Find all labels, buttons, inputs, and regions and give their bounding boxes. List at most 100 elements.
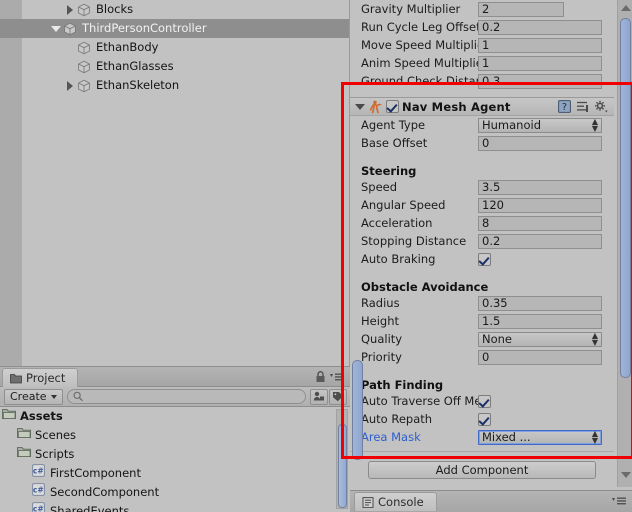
project-tree: Assets Scenes Scripts c# FirstComponent c# Sec… <box>0 407 350 512</box>
property-value-field[interactable]: 1.5 <box>478 313 602 329</box>
foldout-arrow-icon[interactable] <box>64 4 75 15</box>
inspector-scrollbar-thumb[interactable] <box>620 18 631 378</box>
project-item-label: Scripts <box>35 447 75 461</box>
property-row: Radius 0.35 <box>350 294 614 312</box>
tab-console[interactable]: Console <box>354 492 437 511</box>
hierarchy-item[interactable]: Blocks <box>0 0 349 19</box>
project-search-box[interactable] <box>66 389 306 404</box>
property-value-field[interactable]: 120 <box>478 197 602 213</box>
property-value-field[interactable]: 1 <box>478 37 602 53</box>
hierarchy-list: Blocks ThirdPersonController EthanBody Etha… <box>0 0 349 95</box>
hierarchy-item[interactable]: ThirdPersonController <box>0 19 349 38</box>
project-item-label: Assets <box>20 409 63 423</box>
project-item[interactable]: Assets <box>0 407 350 426</box>
project-item[interactable]: Scripts <box>0 445 350 464</box>
property-label: Radius <box>361 296 400 310</box>
filter-by-label-button[interactable] <box>329 388 347 405</box>
property-value-field[interactable]: 3.5 <box>478 179 602 195</box>
property-label: Auto Traverse Off Me <box>361 394 478 408</box>
tab-console-label: Console <box>378 495 424 509</box>
scroll-up-arrow-icon[interactable] <box>621 5 631 11</box>
inspector-panel: Gravity Multiplier 2 Run Cycle Leg Offset 0… <box>350 0 632 512</box>
inspector-left-scrollbar-thumb[interactable] <box>352 360 363 460</box>
hierarchy-item[interactable]: EthanSkeleton <box>0 76 349 95</box>
property-value-field[interactable]: 0.2 <box>478 19 602 35</box>
foldout-arrow-icon[interactable] <box>354 101 365 112</box>
project-scrollbar[interactable] <box>336 409 348 509</box>
project-item-label: Scenes <box>35 428 77 442</box>
create-button[interactable]: Create <box>4 388 63 405</box>
inspector-scrollbar[interactable] <box>617 0 632 487</box>
project-search-input[interactable] <box>83 390 305 403</box>
project-item[interactable]: c# SharedEvents <box>0 502 350 512</box>
console-menu-icon[interactable] <box>612 497 626 506</box>
property-checkbox[interactable] <box>478 394 491 408</box>
panel-menu-icon[interactable] <box>330 373 344 382</box>
property-value-field[interactable]: 0.2 <box>478 233 602 249</box>
hierarchy-item-label: EthanGlasses <box>96 59 174 73</box>
property-value-field[interactable]: 2 <box>478 1 564 17</box>
property-row: Base Offset 0 <box>350 134 614 152</box>
property-dropdown-value: Mixed ... <box>482 430 531 444</box>
property-value: 0.2 <box>482 20 501 34</box>
property-checkbox[interactable] <box>478 412 491 426</box>
tab-project[interactable]: Project <box>2 368 79 387</box>
add-component-button[interactable]: Add Component <box>368 461 596 479</box>
project-item[interactable]: c# SecondComponent <box>0 483 350 502</box>
filter-by-type-button[interactable] <box>310 388 328 405</box>
property-row: Area Mask Mixed ... ▲ ▼ <box>350 428 614 446</box>
project-item[interactable]: Scenes <box>0 426 350 445</box>
property-label: Move Speed Multiplie <box>361 38 478 52</box>
help-book-icon[interactable]: ? <box>558 100 571 113</box>
property-dropdown[interactable]: Humanoid ▲ ▼ <box>478 117 602 133</box>
property-value-field[interactable]: 0 <box>478 135 602 151</box>
foldout-arrow-icon[interactable] <box>50 23 61 34</box>
property-label: Speed <box>361 180 398 194</box>
property-row: Angular Speed 120 <box>350 196 614 214</box>
inspector-scroll-area: Gravity Multiplier 2 Run Cycle Leg Offset 0… <box>350 0 632 487</box>
hierarchy-item-label: EthanSkeleton <box>96 78 180 92</box>
property-value-field[interactable]: 8 <box>478 215 602 231</box>
property-dropdown-value: Humanoid <box>482 118 542 132</box>
updown-arrows-icon: ▲ ▼ <box>591 429 598 445</box>
hierarchy-item-label: Blocks <box>96 2 134 16</box>
property-row: Speed 3.5 <box>350 178 614 196</box>
hierarchy-panel: Blocks ThirdPersonController EthanBody Etha… <box>0 0 350 366</box>
scroll-down-arrow-icon[interactable] <box>621 472 631 478</box>
property-value: 1 <box>482 56 490 70</box>
property-value-field[interactable]: 0 <box>478 349 602 365</box>
nav-mesh-agent-properties: Agent Type Humanoid ▲ ▼ Base Offset 0 Steering… <box>350 116 614 446</box>
property-row: Auto Braking <box>350 250 614 268</box>
nav-mesh-agent-enabled-checkbox[interactable] <box>386 100 399 113</box>
property-value-field[interactable]: 0.35 <box>478 295 602 311</box>
hierarchy-item[interactable]: EthanGlasses <box>0 57 349 76</box>
property-value-field[interactable]: 0.3 <box>478 73 602 89</box>
property-checkbox[interactable] <box>478 252 491 266</box>
hierarchy-item-label: ThirdPersonController <box>82 21 207 35</box>
inspector-content: Gravity Multiplier 2 Run Cycle Leg Offset 0… <box>350 0 614 485</box>
foldout-arrow-icon <box>64 42 75 53</box>
foldout-arrow-icon[interactable] <box>64 80 75 91</box>
property-label[interactable]: Area Mask <box>361 430 478 444</box>
nav-mesh-agent-header[interactable]: Nav Mesh Agent ? <box>350 97 614 116</box>
preset-icon[interactable] <box>576 100 589 113</box>
hierarchy-item[interactable]: EthanBody <box>0 38 349 57</box>
create-button-label: Create <box>10 390 47 403</box>
property-dropdown[interactable]: Mixed ... ▲ ▼ <box>478 429 602 445</box>
gear-icon[interactable] <box>594 100 608 113</box>
nav-mesh-agent-title: Nav Mesh Agent <box>402 99 511 114</box>
property-value: 0 <box>482 350 490 364</box>
foldout-arrow-icon <box>64 61 75 72</box>
property-row: Ground Check Distan 0.3 <box>350 72 614 90</box>
property-label: Quality <box>361 332 403 346</box>
gameobject-cube-icon <box>77 79 91 93</box>
property-value: 2 <box>482 2 490 16</box>
project-item[interactable]: c# FirstComponent <box>0 464 350 483</box>
property-dropdown[interactable]: None ▲ ▼ <box>478 331 602 347</box>
gameobject-cube-icon <box>77 60 91 74</box>
project-item-label: SharedEvents <box>50 504 130 512</box>
lock-icon[interactable] <box>315 371 326 383</box>
inspector-left-scrollbar[interactable] <box>350 360 364 460</box>
property-value-field[interactable]: 1 <box>478 55 602 71</box>
project-scrollbar-thumb[interactable] <box>338 424 347 508</box>
